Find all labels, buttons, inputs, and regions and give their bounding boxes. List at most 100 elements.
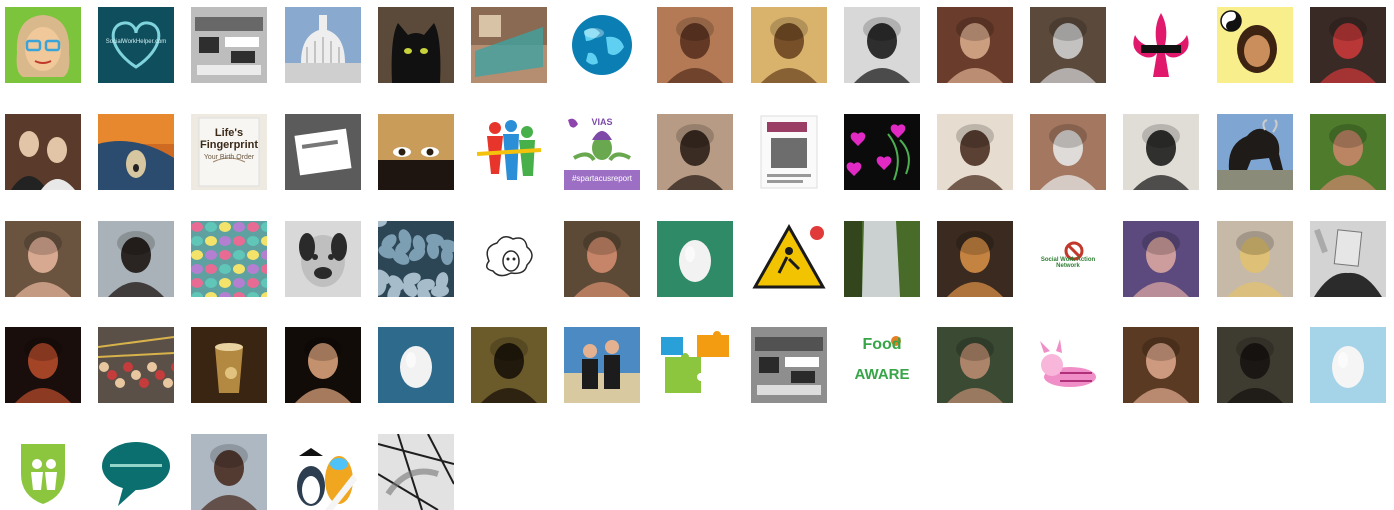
- dog-icon: [285, 221, 361, 297]
- avatar-yin-yang-woman[interactable]: [1217, 7, 1293, 83]
- globe-icon: [564, 7, 640, 83]
- avatar-cartoon-woman-glasses[interactable]: [5, 7, 81, 83]
- avatar-globe[interactable]: [564, 7, 640, 83]
- sketch-icon: [378, 434, 454, 510]
- avatar-woman-sunglasses[interactable]: [937, 7, 1013, 83]
- avatar-woman-smiling[interactable]: [657, 114, 733, 190]
- avatar-woman-sepia[interactable]: [751, 7, 827, 83]
- penguin-duck-icon: [285, 434, 361, 510]
- person-icon: [751, 7, 827, 83]
- avatar-default-egg-light-blue[interactable]: [1310, 327, 1386, 403]
- avatar-capitol-dome[interactable]: [285, 7, 361, 83]
- avatar-woman-curly[interactable]: [937, 114, 1013, 190]
- poster-icon: [751, 114, 827, 190]
- avatar-cartoon-dog[interactable]: [285, 221, 361, 297]
- avatar-eyes-veil[interactable]: [378, 114, 454, 190]
- avatar-family-shield[interactable]: [5, 434, 81, 510]
- avatar-drink-glass[interactable]: [191, 327, 267, 403]
- person-icon: [1310, 114, 1386, 190]
- avatar-pink-hearts[interactable]: [844, 114, 920, 190]
- avatar-puzzle-pieces[interactable]: [657, 327, 733, 403]
- avatar-vias-thistle[interactable]: VIAS #spartacusreport: [564, 114, 640, 190]
- avatar-default-egg-blue[interactable]: [378, 327, 454, 403]
- book-icon: [191, 114, 267, 190]
- person-icon: [937, 7, 1013, 83]
- card-icon: [285, 114, 361, 190]
- avatar-woman-portrait[interactable]: [657, 7, 733, 83]
- avatar-book-cover[interactable]: Life's Fingerprint Your Birth Order: [191, 114, 267, 190]
- sheep-icon: [471, 221, 547, 297]
- avatar-waterfall[interactable]: [844, 221, 920, 297]
- avatar-woman-red-hair[interactable]: [5, 327, 81, 403]
- avatar-woman-drink[interactable]: [937, 221, 1013, 297]
- avatar-graduation-penguin-duck[interactable]: [285, 434, 361, 510]
- person-icon: [1030, 7, 1106, 83]
- avatar-default-egg-green[interactable]: [657, 221, 733, 297]
- avatar-woman-laughing[interactable]: [285, 327, 361, 403]
- person-icon: [191, 434, 267, 510]
- avatar-woman-red[interactable]: [1310, 7, 1386, 83]
- avatar-couple[interactable]: [5, 114, 81, 190]
- avatar-woman-outdoors[interactable]: [191, 434, 267, 510]
- hearts-icon: [844, 114, 920, 190]
- avatar-family-beach[interactable]: [564, 327, 640, 403]
- avatar-party-crowd[interactable]: [98, 327, 174, 403]
- knit-icon: [191, 221, 267, 297]
- person-icon: [1217, 221, 1293, 297]
- avatar-man-black-white[interactable]: [844, 7, 920, 83]
- person-icon: [1217, 327, 1293, 403]
- avatar-woman-desk[interactable]: [1030, 7, 1106, 83]
- avatar-pixel-stadium[interactable]: [751, 327, 827, 403]
- avatar-man-smiling[interactable]: [1217, 327, 1293, 403]
- avatar-selfie-sunglasses[interactable]: [1030, 114, 1106, 190]
- avatar-socialworkhelper-heart[interactable]: SocialWorkHelper.com: [98, 7, 174, 83]
- cat-icon: [378, 7, 454, 83]
- pebbles-icon: [378, 221, 454, 297]
- avatar-piglet[interactable]: [1030, 327, 1106, 403]
- avatar-bison-statue[interactable]: [1217, 114, 1293, 190]
- bag-head-icon: [1310, 221, 1386, 297]
- egg-icon: [657, 221, 733, 297]
- waterfall-icon: [844, 221, 920, 297]
- avatar-paper-bag-head[interactable]: [1310, 221, 1386, 297]
- avatar-grid: SocialWorkHelper.com Life's Fingerprint …: [0, 0, 1394, 510]
- avatar-colorful-figures[interactable]: [471, 114, 547, 190]
- avatar-sketch-black-white[interactable]: [378, 434, 454, 510]
- avatar-the-scream[interactable]: [98, 114, 174, 190]
- avatar-woman-garden[interactable]: [937, 327, 1013, 403]
- avatar-food-aware[interactable]: Food AWARE: [844, 327, 920, 403]
- person-icon: [1123, 327, 1199, 403]
- avatar-social-work-action-network[interactable]: Social Work Action Network: [1030, 221, 1106, 297]
- egg-icon: [378, 327, 454, 403]
- avatar-warning-sign[interactable]: [751, 221, 827, 297]
- avatar-woman-selfie-smile[interactable]: [564, 221, 640, 297]
- avatar-poster[interactable]: [751, 114, 827, 190]
- avatar-woman-blonde[interactable]: [1217, 221, 1293, 297]
- avatar-hands-card[interactable]: [285, 114, 361, 190]
- avatar-fleur-de-lis[interactable]: [1123, 7, 1199, 83]
- avatar-knitted-pattern[interactable]: [191, 221, 267, 297]
- person-icon: [98, 221, 174, 297]
- avatar-woman-glasses-short-hair[interactable]: [1123, 114, 1199, 190]
- avatar-photo-collage[interactable]: [471, 7, 547, 83]
- person-icon: [471, 327, 547, 403]
- crowd-icon: [98, 327, 174, 403]
- avatar-woman-dark-hair[interactable]: [98, 221, 174, 297]
- avatar-pebbles[interactable]: [378, 221, 454, 297]
- avatar-man-suit-books[interactable]: [1123, 327, 1199, 403]
- family-icon: [564, 327, 640, 403]
- avatar-black-cat[interactable]: [378, 7, 454, 83]
- fleur-de-lis-icon: [1123, 7, 1199, 83]
- person-icon: [657, 7, 733, 83]
- warning-icon: [751, 221, 827, 297]
- person-icon: [564, 221, 640, 297]
- avatar-young-man[interactable]: [471, 327, 547, 403]
- avatar-sheep-drawing[interactable]: [471, 221, 547, 297]
- avatar-woman-purple[interactable]: [1123, 221, 1199, 297]
- avatar-woman-older-glasses[interactable]: [5, 221, 81, 297]
- person-icon: [1123, 221, 1199, 297]
- avatar-woman-smile-green[interactable]: [1310, 114, 1386, 190]
- avatar-speech-bubble[interactable]: [98, 434, 174, 510]
- person-icon: [937, 221, 1013, 297]
- avatar-pixel-grey[interactable]: [191, 7, 267, 83]
